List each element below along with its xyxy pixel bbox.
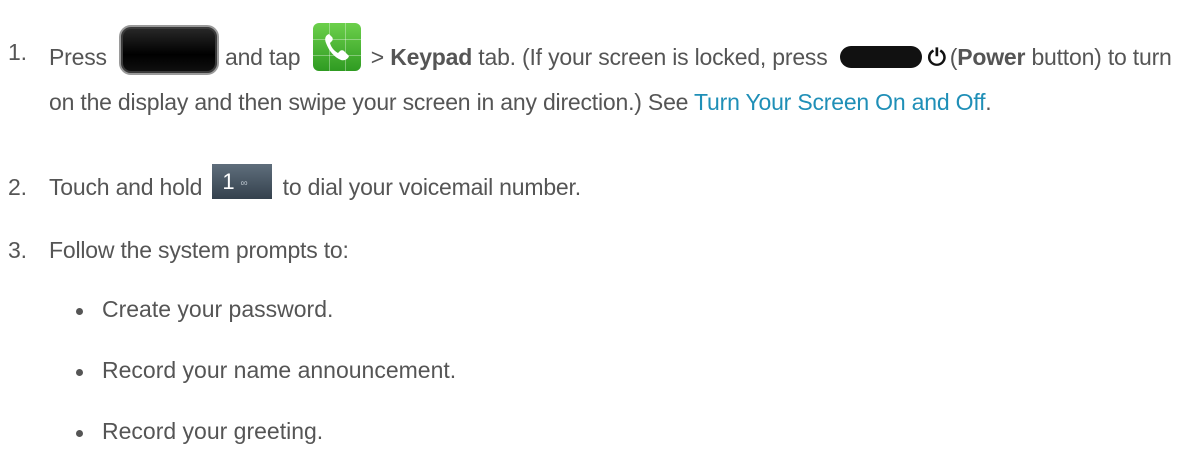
step-text: Touch and hold bbox=[49, 174, 203, 200]
step-text: tab. (If your screen is locked, press bbox=[478, 44, 828, 71]
step-1: 1. Press and tap > Keypad tab. (If your … bbox=[8, 23, 1178, 115]
step-number: 3. bbox=[8, 237, 27, 263]
step-body: Touch and hold 1 ∞ to dial your voicemail… bbox=[49, 164, 1178, 206]
step-text: . bbox=[985, 89, 992, 115]
power-key-icon bbox=[839, 46, 922, 68]
key-one-label: 1 bbox=[222, 169, 235, 195]
step-body: Follow the system prompts to: bbox=[49, 232, 1178, 269]
list-item: Record your name announcement. bbox=[70, 352, 1070, 413]
power-symbol-icon: ⏻ bbox=[927, 44, 946, 71]
power-label: Power bbox=[957, 44, 1026, 71]
step-text: and tap bbox=[225, 44, 301, 71]
list-item: Create your password. bbox=[70, 291, 1070, 352]
keypad-label: Keypad bbox=[390, 44, 473, 71]
step-text: Press bbox=[49, 44, 107, 71]
step-number: 2. bbox=[8, 174, 27, 200]
turn-screen-on-off-link[interactable]: Turn Your Screen On and Off bbox=[694, 89, 985, 115]
prompt-list: Create your password. Record your name a… bbox=[70, 291, 1070, 474]
instruction-page: 1. Press and tap > Keypad tab. (If your … bbox=[0, 0, 1200, 463]
voicemail-icon: ∞ bbox=[240, 178, 248, 190]
home-key-icon bbox=[119, 25, 219, 75]
step-text: > bbox=[370, 44, 384, 71]
step-number: 1. bbox=[8, 39, 27, 65]
phone-app-icon bbox=[312, 23, 361, 71]
step-text: Follow the system prompts to: bbox=[49, 237, 349, 263]
dialpad-key-one-icon: 1 ∞ bbox=[212, 164, 273, 200]
step-3: 3. Follow the system prompts to: bbox=[8, 232, 1178, 269]
list-item: Record your greeting. bbox=[70, 413, 1070, 474]
step-body: Press and tap > Keypad tab. (If your scr… bbox=[49, 23, 1178, 121]
step-text: to dial your voicemail number. bbox=[282, 174, 581, 200]
step-2: 2. Touch and hold 1 ∞ to dial your voicem… bbox=[8, 164, 1178, 206]
